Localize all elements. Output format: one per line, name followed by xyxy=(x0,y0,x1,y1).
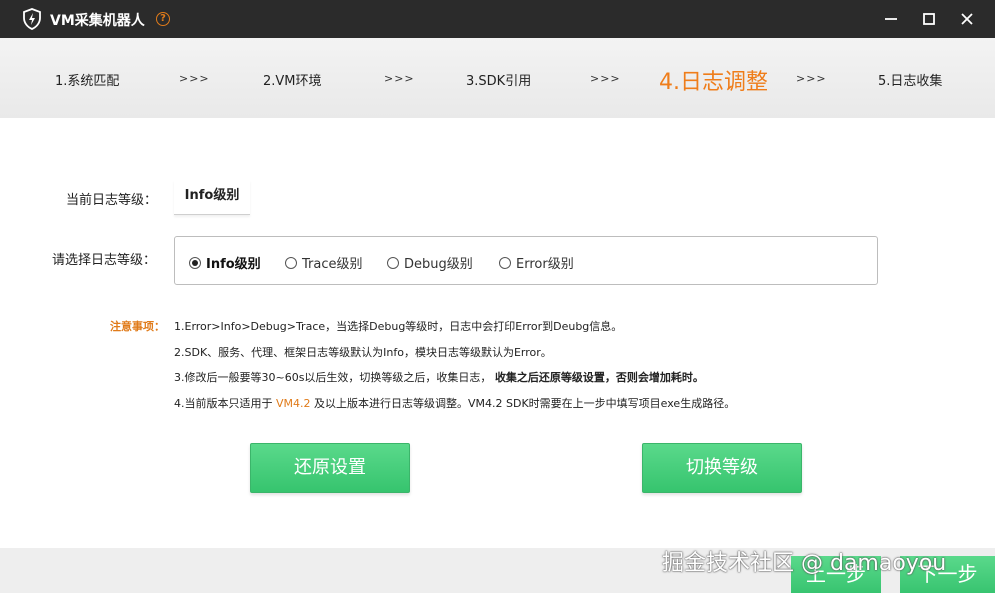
radio-info-label: Info级别 xyxy=(206,257,261,272)
watermark: 掘金技术社区 @ damaoyou xyxy=(662,551,947,576)
title-bar: VM采集机器人 ? xyxy=(0,0,995,38)
step-arrow: >>> xyxy=(796,72,827,85)
radio-debug-label: Debug级别 xyxy=(404,257,473,272)
step-4-active: 4.日志调整 xyxy=(659,70,768,95)
step-5: 5.日志收集 xyxy=(878,74,943,89)
radio-error[interactable]: Error级别 xyxy=(499,253,574,272)
radio-trace-label: Trace级别 xyxy=(302,257,363,272)
radio-info[interactable]: Info级别 xyxy=(189,253,261,272)
radio-checked-icon xyxy=(189,256,201,269)
radio-unchecked-icon xyxy=(499,256,511,269)
restore-settings-button[interactable]: 还原设置 xyxy=(250,443,410,493)
radio-unchecked-icon xyxy=(285,256,297,269)
maximize-icon[interactable] xyxy=(918,8,940,30)
step-arrow: >>> xyxy=(179,72,210,85)
app-title: VM采集机器人 xyxy=(50,13,145,29)
select-level-label: 请选择日志等级： xyxy=(52,253,157,268)
step-3: 3.SDK引用 xyxy=(466,74,532,89)
close-icon[interactable] xyxy=(956,8,978,30)
level-radio-group: Info级别 Trace级别 Debug级别 Error级别 xyxy=(174,236,878,285)
step-arrow: >>> xyxy=(384,72,415,85)
switch-level-button[interactable]: 切换等级 xyxy=(642,443,802,493)
notice-line-4-text: 4.当前版本只适用于 xyxy=(174,397,273,410)
radio-unchecked-icon xyxy=(387,256,399,269)
radio-debug[interactable]: Debug级别 xyxy=(387,253,473,272)
notice-line-3-bold: 收集之后还原等级设置，否则会增加耗时。 xyxy=(494,371,704,384)
shield-lightning-icon xyxy=(23,8,41,30)
notice-line-3-text: 3.修改后一般要等30~60s以后生效，切换等级之后，收集日志， xyxy=(174,371,492,384)
notice-line-3: 3.修改后一般要等30~60s以后生效，切换等级之后，收集日志， 收集之后还原等… xyxy=(174,369,704,385)
notice-line-2: 2.SDK、服务、代理、框架日志等级默认为Info，模块日志等级默认为Error… xyxy=(174,346,552,359)
notice-line-4-rest: 及以上版本进行日志等级调整。VM4.2 SDK时需要在上一步中填写项目exe生成… xyxy=(314,397,736,410)
notice-title: 注意事项： xyxy=(110,320,165,333)
minimize-icon[interactable] xyxy=(880,8,902,30)
help-circle-icon[interactable]: ? xyxy=(156,12,170,26)
step-2: 2.VM环境 xyxy=(263,74,322,89)
step-arrow: >>> xyxy=(590,72,621,85)
steps-bar: 1.系统匹配 >>> 2.VM环境 >>> 3.SDK引用 >>> 4.日志调整… xyxy=(0,38,995,118)
notice-line-1: 1.Error>Info>Debug>Trace，当选择Debug等级时，日志中… xyxy=(174,320,623,333)
step-1: 1.系统匹配 xyxy=(55,74,120,89)
notice-line-4: 4.当前版本只适用于 VM4.2 及以上版本进行日志等级调整。VM4.2 SDK… xyxy=(174,395,735,411)
radio-trace[interactable]: Trace级别 xyxy=(285,253,363,272)
radio-error-label: Error级别 xyxy=(516,257,574,272)
current-level-value: Info级别 xyxy=(174,180,250,215)
notice-line-4-version: VM4.2 xyxy=(276,397,311,410)
current-level-label: 当前日志等级： xyxy=(66,193,158,208)
